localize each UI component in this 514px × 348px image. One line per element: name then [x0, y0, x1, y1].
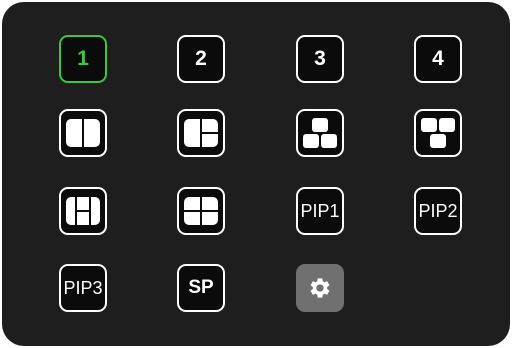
sp-label: SP: [188, 277, 214, 298]
split-one-plus-two-icon: [184, 119, 218, 147]
view-3-label: 3: [314, 47, 326, 70]
pip2-button[interactable]: PIP2: [414, 187, 462, 235]
split-two-vertical-icon: [66, 119, 100, 147]
view-4-label: 4: [432, 47, 444, 70]
layout-control-panel: 1 2 3 4 PIP1 PIP2 PIP3 SP: [2, 2, 510, 346]
gear-icon: [310, 278, 330, 298]
pip1-label: PIP1: [300, 200, 340, 221]
two-top-one-bottom-icon: [421, 118, 455, 148]
pip1-button[interactable]: PIP1: [296, 187, 344, 235]
layout-two-top-one-bottom-button[interactable]: [414, 109, 462, 157]
pip2-label: PIP2: [418, 200, 458, 221]
sp-button[interactable]: SP: [177, 264, 225, 312]
layout-one-plus-two-button[interactable]: [177, 109, 225, 157]
view-4-button[interactable]: 4: [414, 35, 462, 83]
quad-split-icon: [184, 197, 218, 225]
settings-button[interactable]: [296, 264, 344, 312]
view-1-button[interactable]: 1: [59, 35, 107, 83]
pip3-label: PIP3: [63, 277, 103, 298]
layout-one-top-two-bottom-button[interactable]: [296, 109, 344, 157]
layout-triple-h-button[interactable]: [59, 187, 107, 235]
one-top-two-bottom-icon: [303, 118, 337, 148]
view-3-button[interactable]: 3: [296, 35, 344, 83]
view-2-button[interactable]: 2: [177, 35, 225, 83]
split-three-h-icon: [66, 197, 100, 225]
layout-quad-button[interactable]: [177, 187, 225, 235]
pip3-button[interactable]: PIP3: [59, 264, 107, 312]
layout-dual-split-button[interactable]: [59, 109, 107, 157]
view-2-label: 2: [195, 47, 207, 70]
view-1-label: 1: [77, 47, 89, 70]
